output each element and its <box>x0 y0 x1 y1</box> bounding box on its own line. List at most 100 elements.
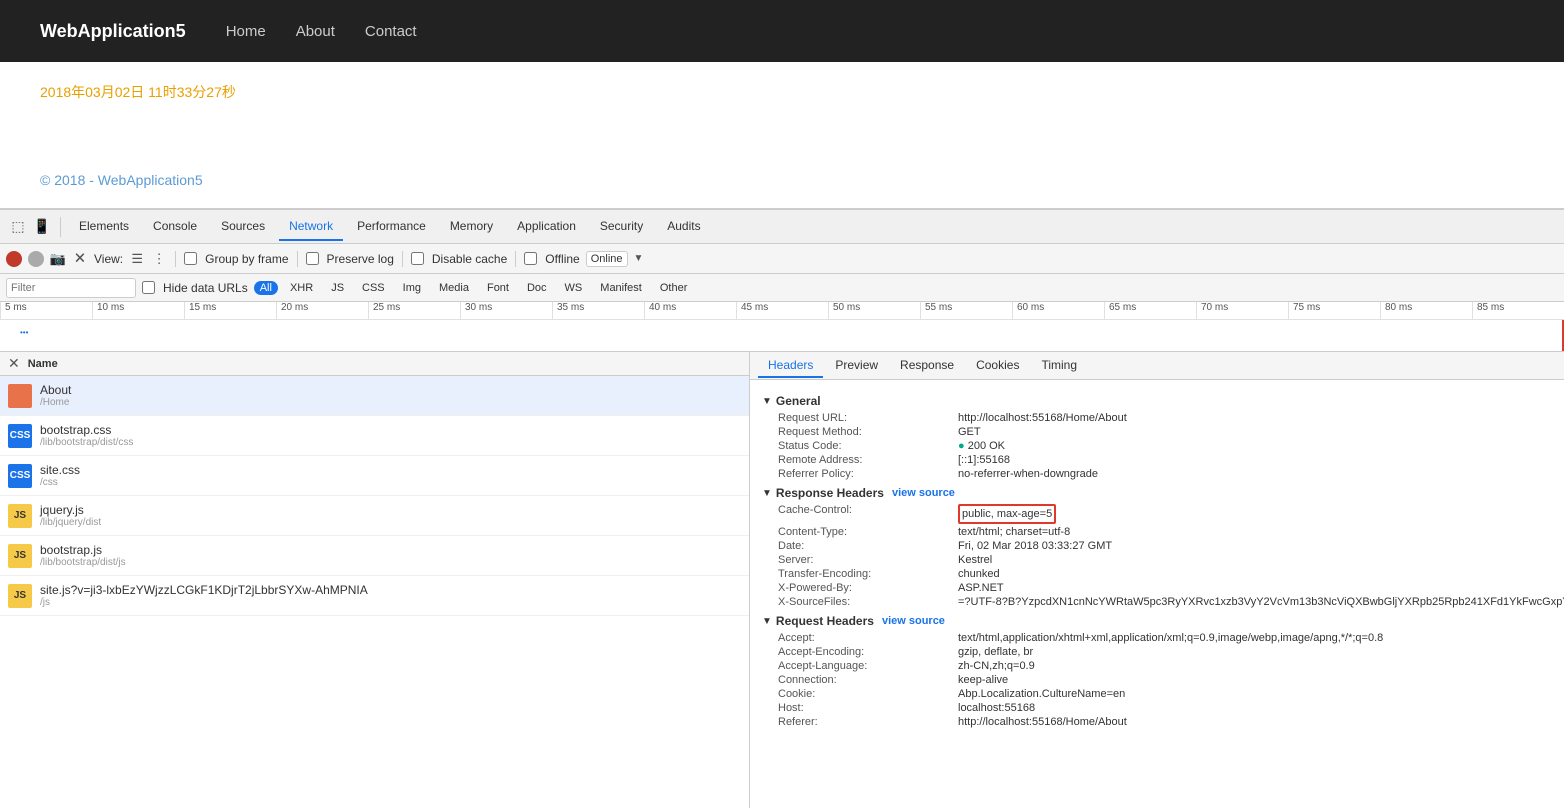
group-by-frame-checkbox[interactable] <box>184 252 197 265</box>
req-row-1: Accept-Encoding: gzip, deflate, br <box>762 646 1552 658</box>
list-view-icon[interactable]: ☰ <box>129 251 145 267</box>
general-row-4: Referrer Policy: no-referrer-when-downgr… <box>762 468 1552 480</box>
resp-val-1: text/html; charset=utf-8 <box>958 526 1552 538</box>
file-path-5: /js <box>40 597 368 608</box>
tab-console[interactable]: Console <box>143 213 207 241</box>
resp-row-6: X-SourceFiles: =?UTF-8?B?YzpcdXN1cnNcYWR… <box>762 596 1552 608</box>
tab-elements[interactable]: Elements <box>69 213 139 241</box>
preserve-log-checkbox[interactable] <box>306 252 319 265</box>
file-list-item-1[interactable]: CSS bootstrap.css /lib/bootstrap/dist/cs… <box>0 416 749 456</box>
req-val-1: gzip, deflate, br <box>958 646 1552 658</box>
resp-key-3: Server: <box>778 554 958 566</box>
general-key-1: Request Method: <box>778 426 958 438</box>
record-button[interactable] <box>6 251 22 267</box>
details-tab-response[interactable]: Response <box>890 354 964 378</box>
tab-security[interactable]: Security <box>590 213 653 241</box>
cache-control-highlight: public, max-age=5 <box>958 504 1056 524</box>
offline-checkbox[interactable] <box>524 252 537 265</box>
hide-data-urls-checkbox[interactable] <box>142 281 155 294</box>
filter-js[interactable]: JS <box>325 281 350 295</box>
resp-key-6: X-SourceFiles: <box>778 596 958 608</box>
resp-val-6: =?UTF-8?B?YzpcdXN1cnNcYWRtaW5pc3RyYXRvc1… <box>958 596 1564 608</box>
resp-row-2: Date: Fri, 02 Mar 2018 03:33:27 GMT <box>762 540 1552 552</box>
file-path-3: /lib/jquery/dist <box>40 517 101 528</box>
file-list-panel: ✕ Name About /Home CSS bootstrap.css /li… <box>0 352 750 808</box>
close-panel-button[interactable]: ✕ <box>8 355 20 372</box>
navbar-brand: WebApplication5 <box>40 21 186 42</box>
footer-link[interactable]: © 2018 - WebApplication5 <box>40 172 203 188</box>
resp-row-0: Cache-Control: public, max-age=5 <box>762 504 1552 524</box>
filter-all[interactable]: All <box>254 281 278 295</box>
general-val-4: no-referrer-when-downgrade <box>958 468 1552 480</box>
req-val-3: keep-alive <box>958 674 1552 686</box>
file-icon-0 <box>8 384 32 408</box>
resp-key-4: Transfer-Encoding: <box>778 568 958 580</box>
request-headers-section[interactable]: ▼ Request Headers view source <box>762 614 1552 628</box>
throttle-dropdown[interactable]: ▼ <box>634 253 644 264</box>
file-list-item-5[interactable]: JS site.js?v=ji3-lxbEzYWjzzLCGkF1KDjrT2j… <box>0 576 749 616</box>
filter-media[interactable]: Media <box>433 281 475 295</box>
file-path-2: /css <box>40 477 80 488</box>
filter-css[interactable]: CSS <box>356 281 391 295</box>
navbar-link-home[interactable]: Home <box>226 23 266 40</box>
general-section-header[interactable]: ▼ General <box>762 394 1552 408</box>
tl-60ms: 60 ms <box>1012 302 1104 319</box>
disable-cache-checkbox[interactable] <box>411 252 424 265</box>
tab-memory[interactable]: Memory <box>440 213 503 241</box>
req-row-5: Host: localhost:55168 <box>762 702 1552 714</box>
grid-view-icon[interactable]: ⋮ <box>151 251 167 267</box>
req-row-3: Connection: keep-alive <box>762 674 1552 686</box>
details-tab-cookies[interactable]: Cookies <box>966 354 1029 378</box>
filter-input[interactable] <box>6 278 136 298</box>
tab-application[interactable]: Application <box>507 213 586 241</box>
cursor-icon[interactable]: ⬚ <box>8 217 28 237</box>
filter-font[interactable]: Font <box>481 281 515 295</box>
file-icon-3: JS <box>8 504 32 528</box>
file-info-5: site.js?v=ji3-lxbEzYWjzzLCGkF1KDjrT2jLbb… <box>40 583 368 608</box>
general-val-3: [::1]:55168 <box>958 454 1552 466</box>
file-list-item-3[interactable]: JS jquery.js /lib/jquery/dist <box>0 496 749 536</box>
req-val-4: Abp.Localization.CultureName=en <box>958 688 1552 700</box>
camera-icon[interactable]: 📷 <box>50 251 66 267</box>
devtools-main: ✕ Name About /Home CSS bootstrap.css /li… <box>0 352 1564 808</box>
filter-doc[interactable]: Doc <box>521 281 553 295</box>
req-key-2: Accept-Language: <box>778 660 958 672</box>
file-list-item-0[interactable]: About /Home <box>0 376 749 416</box>
online-badge[interactable]: Online <box>586 251 628 267</box>
stop-button[interactable] <box>28 251 44 267</box>
req-val-5: localhost:55168 <box>958 702 1552 714</box>
filter-manifest[interactable]: Manifest <box>594 281 648 295</box>
tab-performance[interactable]: Performance <box>347 213 436 241</box>
navbar-link-about[interactable]: About <box>296 23 335 40</box>
filter-xhr[interactable]: XHR <box>284 281 319 295</box>
file-info-1: bootstrap.css /lib/bootstrap/dist/css <box>40 423 133 448</box>
details-tab-timing[interactable]: Timing <box>1031 354 1087 378</box>
details-tab-headers[interactable]: Headers <box>758 354 823 378</box>
resp-key-0: Cache-Control: <box>778 504 958 524</box>
response-view-source[interactable]: view source <box>892 487 955 499</box>
details-tab-preview[interactable]: Preview <box>825 354 888 378</box>
tab-audits[interactable]: Audits <box>657 213 710 241</box>
file-path-0: /Home <box>40 397 71 408</box>
filter-icon[interactable]: 🗙 <box>72 251 88 267</box>
file-name-0: About <box>40 383 71 397</box>
page-date: 2018年03月02日 11时33分27秒 <box>40 82 1524 102</box>
filter-img[interactable]: Img <box>397 281 427 295</box>
file-list-item-4[interactable]: JS bootstrap.js /lib/bootstrap/dist/js <box>0 536 749 576</box>
file-list-item-2[interactable]: CSS site.css /css <box>0 456 749 496</box>
filter-other[interactable]: Other <box>654 281 694 295</box>
tl-10ms: 10 ms <box>92 302 184 319</box>
request-view-source[interactable]: view source <box>882 615 945 627</box>
file-name-4: bootstrap.js <box>40 543 126 557</box>
resp-val-0: public, max-age=5 <box>958 504 1552 524</box>
filter-ws[interactable]: WS <box>559 281 589 295</box>
response-headers-section[interactable]: ▼ Response Headers view source <box>762 486 1552 500</box>
navbar-link-contact[interactable]: Contact <box>365 23 417 40</box>
network-toolbar: 📷 🗙 View: ☰ ⋮ Group by frame Preserve lo… <box>0 244 1564 274</box>
phone-icon[interactable]: 📱 <box>32 217 52 237</box>
tl-40ms: 40 ms <box>644 302 736 319</box>
timeline-content: ••• <box>0 320 1564 351</box>
req-row-0: Accept: text/html,application/xhtml+xml,… <box>762 632 1552 644</box>
tab-sources[interactable]: Sources <box>211 213 275 241</box>
tab-network[interactable]: Network <box>279 213 343 241</box>
